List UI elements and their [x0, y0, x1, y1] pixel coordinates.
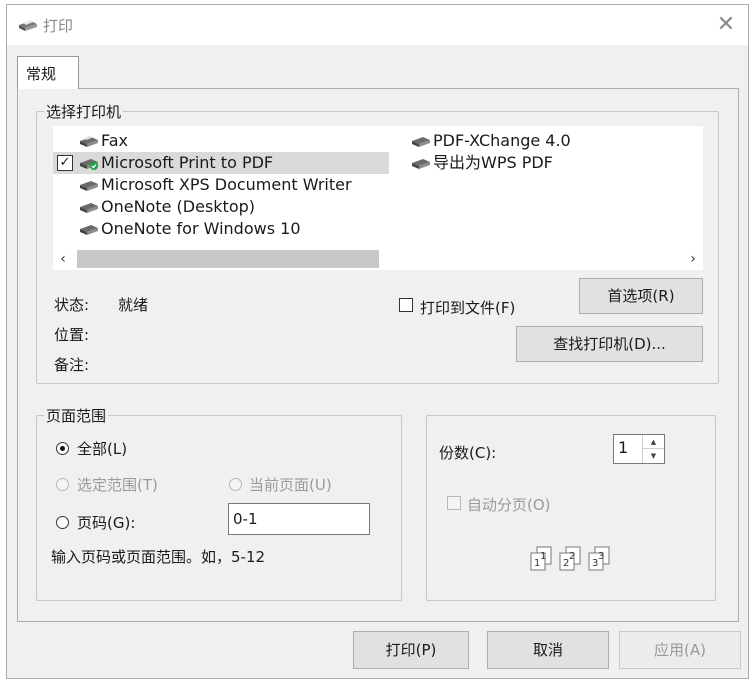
printer-icon [19, 20, 37, 31]
scroll-right-arrow-icon[interactable]: › [683, 248, 703, 270]
collate-page-number: 2 [569, 551, 575, 562]
collate-page-number: 2 [563, 558, 569, 569]
printer-icon [80, 225, 98, 235]
range-all-label[interactable]: 全部(L) [77, 438, 127, 459]
tab-panel-general: 选择打印机 Fax ✓ Microsoft Print to PDF Micro… [17, 88, 739, 622]
range-current-page-radio[interactable] [229, 478, 242, 491]
range-pages-label[interactable]: 页码(G): [77, 512, 135, 533]
tab-general[interactable]: 常规 [17, 56, 79, 89]
copies-label: 份数(C): [439, 444, 497, 462]
spinner-arrows: ▲ ▼ [642, 435, 664, 463]
select-printer-group: 选择打印机 Fax ✓ Microsoft Print to PDF Micro… [36, 101, 719, 384]
spinner-down-icon[interactable]: ▼ [643, 449, 664, 463]
preferences-button[interactable]: 首选项(R) [579, 278, 703, 314]
scroll-left-arrow-icon[interactable]: ‹ [53, 248, 73, 270]
printer-item-onenote-desktop[interactable]: OneNote (Desktop) [79, 196, 255, 218]
printer-item-microsoft-xps-document-writer[interactable]: Microsoft XPS Document Writer [79, 174, 352, 196]
close-button[interactable]: ✕ [712, 11, 740, 39]
printer-list-hscrollbar[interactable]: ‹ › [53, 248, 703, 270]
printer-icon [412, 137, 430, 147]
range-all-radio[interactable] [56, 442, 69, 455]
printer-name: Fax [101, 131, 129, 150]
apply-button[interactable]: 应用(A) [619, 631, 741, 669]
status-value: 就绪 [118, 296, 149, 314]
cancel-button[interactable]: 取消 [487, 631, 609, 669]
printer-list[interactable]: Fax ✓ Microsoft Print to PDF Microsoft X… [53, 126, 703, 248]
select-printer-legend: 选择打印机 [44, 101, 124, 122]
comment-label: 备注: [54, 356, 90, 374]
range-current-page-label[interactable]: 当前页面(U) [249, 474, 332, 495]
printer-name: PDF-XChange 4.0 [433, 131, 571, 150]
printer-name: Microsoft Print to PDF [101, 153, 274, 172]
close-icon: ✕ [716, 12, 736, 37]
printer-item-fax[interactable]: Fax [79, 130, 128, 152]
title-bar: 打印 ✕ [7, 5, 748, 45]
range-selection-radio[interactable] [56, 478, 69, 491]
location-label: 位置: [54, 326, 90, 344]
printer-item-microsoft-print-to-pdf[interactable]: ✓ Microsoft Print to PDF [53, 152, 389, 174]
range-selection-label[interactable]: 选定范围(T) [77, 474, 158, 495]
printer-item-pdf-xchange[interactable]: PDF-XChange 4.0 [411, 130, 571, 152]
scrollbar-thumb[interactable] [77, 250, 379, 268]
fax-printer-icon [80, 136, 98, 147]
status-label: 状态: [54, 296, 90, 314]
printer-icon [80, 181, 98, 191]
collate-label[interactable]: 自动分页(O) [467, 494, 551, 515]
printer-name: Microsoft XPS Document Writer [101, 175, 352, 194]
copies-spinner[interactable]: 1 ▲ ▼ [613, 434, 665, 464]
page-range-legend: 页面范围 [44, 405, 109, 426]
page-range-hint: 输入页码或页面范围。如，5-12 [51, 548, 266, 566]
range-pages-radio[interactable] [56, 516, 69, 529]
printer-item-wps-pdf[interactable]: 导出为WPS PDF [411, 152, 553, 174]
printer-icon [80, 159, 98, 170]
copies-group: 份数(C): 1 ▲ ▼ 自动分页(O) 1 1 2 2 3 3 [426, 415, 716, 601]
printer-name: 导出为WPS PDF [433, 153, 553, 172]
print-to-file-checkbox[interactable] [399, 298, 413, 312]
printer-name: OneNote (Desktop) [101, 197, 256, 216]
printer-icon [412, 159, 430, 169]
printer-icon [80, 203, 98, 213]
page-range-group: 页面范围 全部(L) 选定范围(T) 当前页面(U) 页码(G): 0-1 输入… [36, 405, 402, 601]
printer-name: OneNote for Windows 10 [101, 219, 301, 238]
printer-item-onenote-for-windows-10[interactable]: OneNote for Windows 10 [79, 218, 301, 240]
collate-page-number: 3 [598, 551, 604, 562]
collate-page-number: 1 [534, 558, 540, 569]
collate-page-number: 3 [592, 558, 598, 569]
page-range-input[interactable]: 0-1 [228, 503, 370, 535]
collate-page-number: 1 [540, 551, 546, 562]
window-title: 打印 [43, 17, 74, 35]
find-printer-button[interactable]: 查找打印机(D)... [516, 326, 703, 362]
spinner-up-icon[interactable]: ▲ [643, 435, 664, 449]
collate-checkbox[interactable] [447, 496, 461, 510]
copies-value[interactable]: 1 [618, 438, 628, 457]
printer-checkbox[interactable]: ✓ [57, 155, 73, 171]
print-dialog: 打印 ✕ 常规 选择打印机 Fax ✓ Microsoft Print to P… [6, 4, 749, 679]
collate-pages-icon: 1 1 2 2 3 3 [530, 546, 610, 571]
print-button[interactable]: 打印(P) [353, 631, 469, 669]
print-to-file-label[interactable]: 打印到文件(F) [420, 297, 515, 318]
